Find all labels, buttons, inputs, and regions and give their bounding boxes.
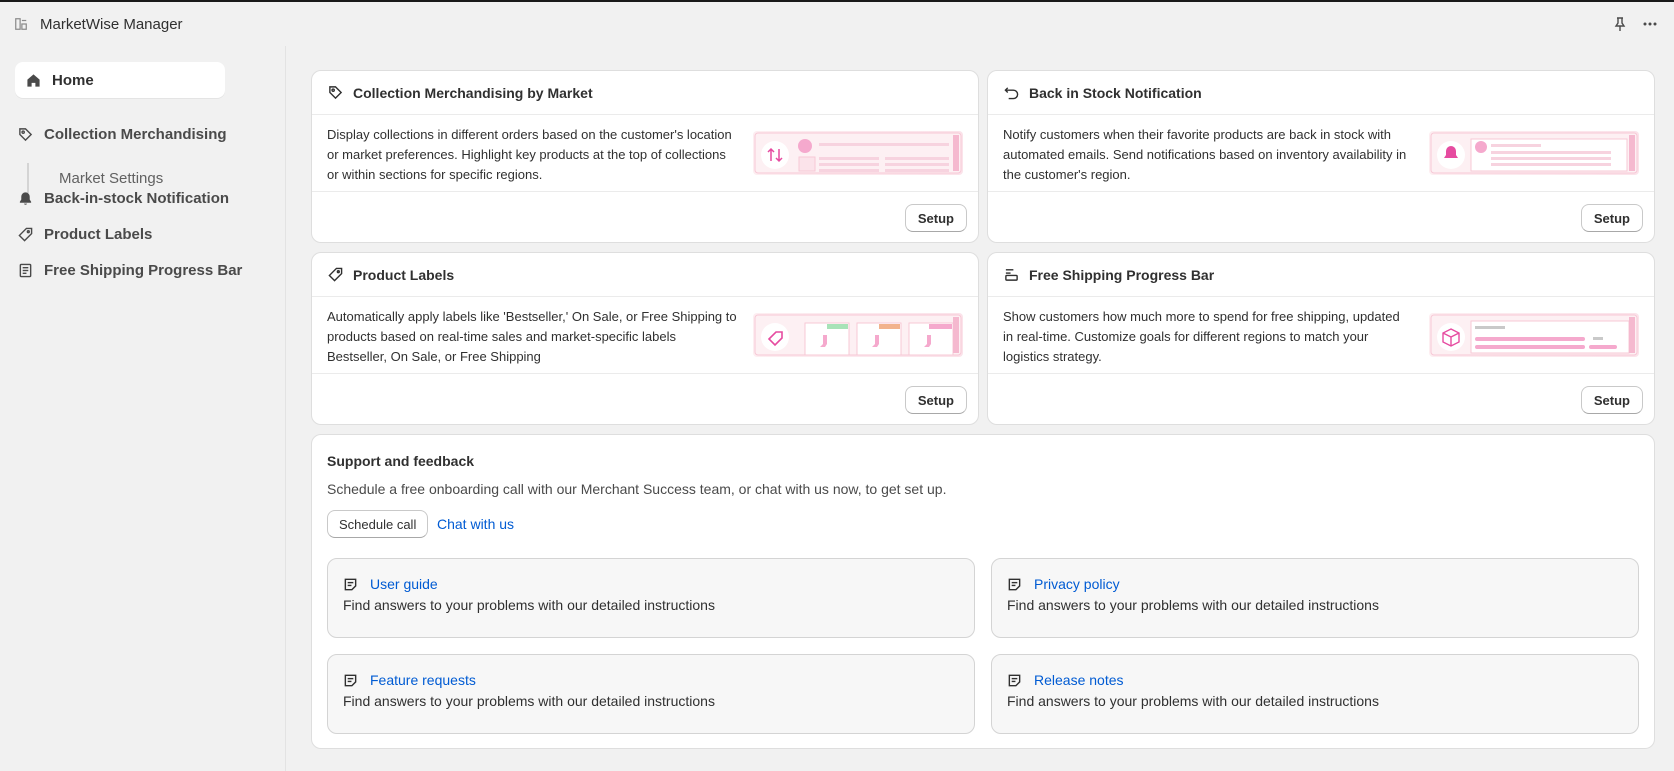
sidebar-item-back-in-stock[interactable]: Back-in-stock Notification [18, 190, 229, 207]
resource-description: Find answers to your problems with our d… [1007, 693, 1379, 709]
labels-preview-illustration [753, 313, 963, 357]
collection-preview-illustration [753, 131, 963, 175]
resource-card-privacy-policy[interactable]: Privacy policy Find answers to your prob… [991, 558, 1639, 638]
card-divider [312, 373, 978, 374]
app-title: MarketWise Manager [40, 15, 183, 33]
card-title: Back in Stock Notification [1029, 84, 1202, 101]
sidebar-item-label: Free Shipping Progress Bar [44, 262, 243, 279]
tag-icon [329, 86, 343, 100]
progress-bar-preview-illustration [1429, 313, 1639, 357]
resource-card-feature-requests[interactable]: Feature requests Find answers to your pr… [327, 654, 975, 734]
resource-description: Find answers to your problems with our d… [1007, 597, 1379, 613]
card-divider [312, 191, 978, 192]
card-header: Back in Stock Notification [988, 71, 1654, 115]
sidebar-item-home[interactable]: Home [15, 62, 225, 98]
note-icon [1008, 578, 1021, 590]
card-title: Free Shipping Progress Bar [1029, 266, 1215, 283]
user-guide-link[interactable]: User guide [370, 576, 438, 592]
card-title: Product Labels [353, 266, 455, 283]
app-icon [15, 18, 27, 30]
feature-card-free-shipping: Free Shipping Progress Bar Show customer… [987, 252, 1655, 425]
bell-icon [19, 192, 32, 205]
resource-card-user-guide[interactable]: User guide Find answers to your problems… [327, 558, 975, 638]
feature-card-collection-merchandising: Collection Merchandising by Market Displ… [311, 70, 979, 243]
sidebar-item-free-shipping[interactable]: Free Shipping Progress Bar [18, 262, 242, 279]
sidebar: Home Collection Merchandising Market Set… [0, 46, 286, 771]
support-feedback-card: Support and feedback Schedule a free onb… [311, 434, 1655, 749]
card-header: Free Shipping Progress Bar [988, 253, 1654, 297]
feature-card-product-labels: Product Labels Automatically apply label… [311, 252, 979, 425]
card-description: Show customers how much more to spend fo… [1003, 309, 1400, 364]
setup-button[interactable]: Setup [904, 204, 967, 232]
sidebar-item-product-labels[interactable]: Product Labels [18, 226, 152, 243]
undo-icon [1004, 87, 1019, 100]
feature-requests-link[interactable]: Feature requests [370, 672, 476, 688]
note-icon [344, 578, 357, 590]
more-icon[interactable] [1642, 16, 1658, 32]
tag-icon [19, 128, 33, 142]
card-title: Collection Merchandising by Market [353, 84, 593, 101]
card-description: Automatically apply labels like 'Bestsel… [327, 309, 737, 364]
sidebar-subitem-label: Market Settings [59, 169, 164, 187]
sidebar-item-collection-merchandising[interactable]: Collection Merchandising [18, 126, 227, 143]
card-divider [988, 373, 1654, 374]
sidebar-item-label: Product Labels [44, 226, 153, 243]
resource-description: Find answers to your problems with our d… [343, 597, 715, 613]
resource-card-release-notes[interactable]: Release notes Find answers to your probl… [991, 654, 1639, 734]
sidebar-item-label: Back-in-stock Notification [44, 190, 230, 207]
support-title: Support and feedback [327, 453, 475, 469]
schedule-call-button[interactable]: Schedule call [327, 510, 429, 538]
title-bar: MarketWise Manager [0, 2, 1674, 46]
label-icon [18, 227, 33, 242]
resource-description: Find answers to your problems with our d… [343, 693, 715, 709]
sidebar-item-market-settings[interactable]: Market Settings [27, 163, 163, 193]
notification-preview-illustration [1429, 131, 1639, 175]
card-description: Display collections in different orders … [327, 127, 732, 182]
label-icon [328, 267, 343, 282]
privacy-policy-link[interactable]: Privacy policy [1034, 576, 1120, 592]
note-icon [1008, 674, 1021, 686]
receipt-icon [19, 263, 32, 278]
setup-button[interactable]: Setup [904, 386, 967, 414]
sidebar-item-label: Home [52, 71, 94, 89]
home-icon [27, 73, 40, 87]
setup-button[interactable]: Setup [1580, 386, 1643, 414]
setup-button[interactable]: Setup [1580, 204, 1643, 232]
pin-icon[interactable] [1612, 16, 1628, 32]
card-header: Collection Merchandising by Market [312, 71, 978, 115]
note-icon [344, 674, 357, 686]
release-notes-link[interactable]: Release notes [1034, 672, 1124, 688]
sidebar-item-label: Collection Merchandising [44, 126, 227, 143]
card-header: Product Labels [312, 253, 978, 297]
support-description: Schedule a free onboarding call with our… [327, 481, 947, 497]
card-description: Notify customers when their favorite pro… [1003, 127, 1407, 182]
text-align-icon [1005, 269, 1018, 281]
card-divider [988, 191, 1654, 192]
feature-card-back-in-stock: Back in Stock Notification Notify custom… [987, 70, 1655, 243]
chat-with-us-link[interactable]: Chat with us [437, 516, 514, 532]
